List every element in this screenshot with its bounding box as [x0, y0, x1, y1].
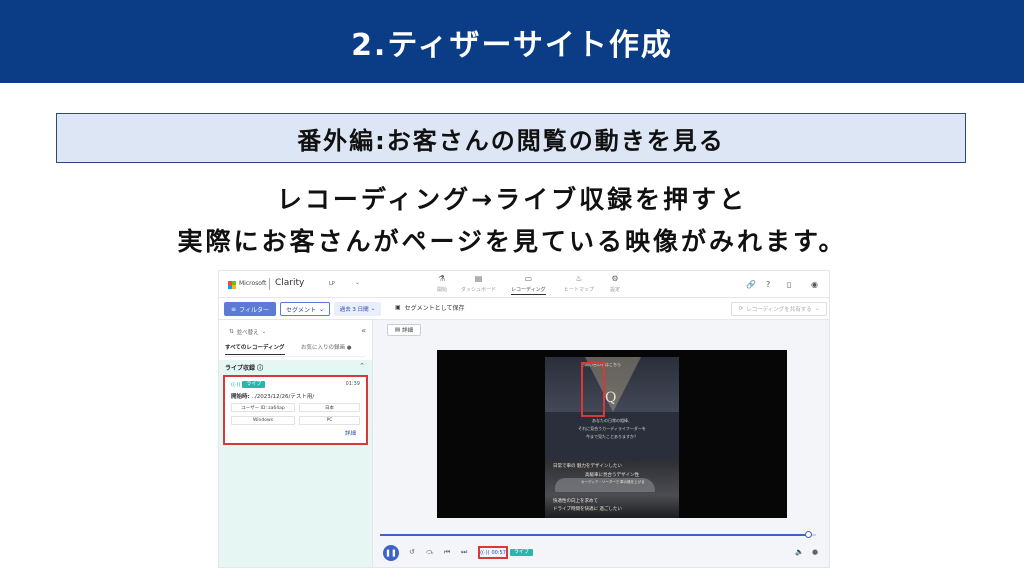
- hero-letter: Q: [605, 390, 617, 406]
- settings-dot-icon[interactable]: ●: [812, 548, 818, 556]
- chevron-down-icon: ⌄: [814, 306, 820, 312]
- session-player[interactable]: お問い合わせはこちら Q あなたの日常の相棒、 それに見合うカーディライフ―ダー…: [437, 350, 787, 518]
- chevron-down-icon: ⌄: [318, 305, 325, 313]
- filter-button[interactable]: ≡ フィルター: [224, 302, 276, 316]
- slide-header: 2.ティザーサイト作成: [0, 0, 1024, 83]
- detail-icon: ▤: [394, 327, 401, 333]
- pause-button[interactable]: ❚❚: [383, 545, 399, 561]
- project-selector[interactable]: LP: [329, 281, 335, 287]
- nav-heatmap[interactable]: ♨ ヒートマップ: [564, 274, 594, 293]
- progress-bar[interactable]: [380, 531, 816, 538]
- progress-fill: [380, 534, 810, 536]
- os-tag: Windows: [231, 416, 295, 425]
- live-recording-card[interactable]: ((·)) ライブ 01:39 開始時: ../2023/12/26/テスト用/…: [223, 375, 368, 445]
- skip-icon[interactable]: ⤼: [426, 548, 433, 557]
- share-icon: ⟳: [738, 306, 744, 312]
- hero-image: お問い合わせはこちら Q: [545, 357, 679, 412]
- chevron-down-icon: ⌄: [370, 306, 376, 312]
- product-name: Clarity: [275, 278, 305, 288]
- time-display: ((·)) 00:57: [478, 546, 508, 559]
- recordings-tabs: すべてのレコーディング お気に入りの録画 ●: [225, 343, 365, 357]
- brand-name: Microsoft: [239, 280, 267, 287]
- chevron-down-icon: ⌄: [261, 329, 267, 335]
- country-tag: 日本: [299, 403, 360, 412]
- tab-all-recordings[interactable]: すべてのレコーディング: [225, 343, 285, 355]
- info-icon: ⓘ: [257, 365, 264, 372]
- link-icon[interactable]: 🔗: [746, 280, 756, 289]
- subtitle-box: 番外編:お客さんの閲覧の動きを見る: [56, 113, 966, 163]
- subtitle-text: 番外編:お客さんの閲覧の動きを見る: [297, 126, 725, 155]
- live-recordings-section: ライブ収録 ⓘ ⌃ ((·)) ライブ 01:39 開始時: ../2023/1…: [219, 360, 372, 567]
- flame-icon: ♨: [575, 274, 583, 283]
- gear-icon: ⚙: [611, 274, 619, 283]
- chevron-up-icon[interactable]: ⌃: [359, 362, 365, 370]
- player-panel: ▤ 詳細 お問い合わせはこちら Q あなたの日常の相棒、 それに見合うカーディラ…: [374, 320, 829, 567]
- car-image: 日常で車の 魅力をデザインしたい 高級車に見合うデザイン性 カーディア・ソーダー…: [545, 460, 679, 518]
- nav-dashboard[interactable]: ▤ ダッシュボード: [461, 274, 496, 293]
- nav-settings[interactable]: ⚙ 設定: [610, 274, 620, 293]
- collapse-icon[interactable]: «: [361, 326, 366, 335]
- broadcast-icon: ((·)): [231, 381, 241, 388]
- filter-bar: ≡ フィルター セグメント ⌄ 過去 3 日間 ⌄ ▣ セグメントとして保存 ⟳…: [219, 298, 829, 320]
- help-icon[interactable]: ?: [766, 280, 770, 289]
- sort-dropdown[interactable]: ⇅ 並べ替え ⌄: [229, 328, 266, 336]
- description-line-2: 実際にお客さんがページを見ている映像がみれます。: [177, 227, 847, 256]
- segment-button[interactable]: セグメント ⌄: [280, 302, 330, 316]
- live-section-title: ライブ収録 ⓘ: [225, 365, 264, 372]
- detail-button[interactable]: ▤ 詳細: [387, 324, 421, 336]
- progress-knob[interactable]: [805, 531, 813, 538]
- tab-favorites[interactable]: お気に入りの録画 ●: [301, 343, 352, 351]
- nav-start[interactable]: ⚗ 開始: [437, 274, 447, 293]
- description-line-1: レコーディング→ライブ収録を押すと: [276, 185, 748, 214]
- replay-page: お問い合わせはこちら Q あなたの日常の相棒、 それに見合うカーディライフ―ダー…: [545, 357, 679, 518]
- recordings-sidebar: ⇅ 並べ替え ⌄ « すべてのレコーディング お気に入りの録画 ● ライブ収録 …: [219, 320, 373, 567]
- save-segment-button[interactable]: ▣ セグメントとして保存: [395, 303, 465, 312]
- highlight-box: [581, 362, 605, 417]
- volume-icon[interactable]: 🔈: [795, 548, 804, 556]
- rewind-icon[interactable]: ↺: [409, 548, 415, 556]
- share-recording-button[interactable]: ⟳ レコーディングを共有する ⌄: [731, 302, 827, 316]
- intro-block: あなたの日常の相棒、 それに見合うカーディライフ―ダーを 今まで見たことあります…: [545, 412, 679, 460]
- user-id-tag: ユーザー ID: za64ap: [231, 403, 295, 412]
- broadcast-icon: ((·)): [480, 549, 490, 556]
- app-top-bar: Microsoft Clarity LP ⌄ ⚗ 開始 ▤ ダッシュボード ▭ …: [219, 271, 829, 298]
- document-icon[interactable]: ▯: [787, 280, 791, 289]
- nav-recordings[interactable]: ▭ レコーディング: [511, 274, 546, 295]
- next-icon[interactable]: ⏭: [461, 548, 467, 557]
- start-page: 開始時: ../2023/12/26/テスト用/: [231, 394, 315, 400]
- info-icon: ●: [346, 345, 352, 351]
- clarity-screenshot: Microsoft Clarity LP ⌄ ⚗ 開始 ▤ ダッシュボード ▭ …: [218, 270, 830, 568]
- live-badge: ((·)) ライブ: [231, 381, 266, 388]
- save-icon: ▣: [395, 304, 401, 311]
- dashboard-icon: ▤: [474, 274, 483, 283]
- card-detail-link[interactable]: 詳細: [345, 429, 356, 437]
- account-icon[interactable]: ◉: [811, 280, 818, 289]
- previous-icon[interactable]: ⏮: [444, 548, 450, 557]
- filter-icon: ≡: [231, 305, 237, 313]
- period-button[interactable]: 過去 3 日間 ⌄: [334, 302, 381, 316]
- live-indicator: ライブ: [510, 549, 534, 556]
- recording-duration: 01:39: [345, 381, 360, 387]
- slide-title: 2.ティザーサイト作成: [351, 27, 673, 63]
- video-icon: ▭: [524, 274, 533, 283]
- player-controls: ❚❚ ↺ ⤼ ⏮ ⏭ ((·)) 00:57 ライブ 🔈 ●: [374, 542, 829, 564]
- flask-icon: ⚗: [438, 274, 446, 283]
- brand-divider: [269, 278, 270, 290]
- microsoft-logo-icon: [228, 281, 236, 289]
- sort-icon: ⇅: [229, 329, 234, 335]
- device-tag: PC: [299, 416, 360, 425]
- chevron-down-icon[interactable]: ⌄: [355, 279, 360, 286]
